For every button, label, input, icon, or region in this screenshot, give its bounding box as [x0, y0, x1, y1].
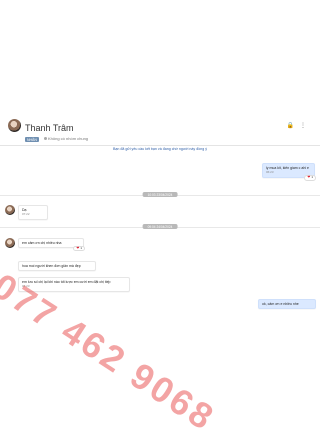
lock-icon[interactable]: 🔒 — [287, 122, 294, 129]
reaction-count: 1 — [311, 175, 313, 180]
contact-avatar[interactable] — [8, 119, 21, 132]
message-bubble-right[interactable]: ly mua kit, kiến giam c ahi e 06:23 ❤ 1 — [262, 163, 316, 182]
message-time: 07:22 — [22, 212, 30, 217]
contact-tag: NHÃN — [25, 137, 39, 143]
message-bubble-left[interactable]: em cảm ơn chị nhiều nha ❤ 1 — [18, 238, 85, 252]
reaction-chip[interactable]: ❤ 1 — [304, 175, 316, 182]
contact-name: Thanh Trâm — [25, 123, 74, 133]
chat-window: Thanh Trâm NHÃN Không có nhóm chung 🔒 ⋮ … — [0, 55, 320, 439]
message-text: em cảm ơn chị nhiều nha — [22, 241, 62, 245]
friend-request-notice: Bạn đã gửi yêu cầu kết bạn và đang chờ n… — [112, 147, 208, 151]
header-divider — [0, 145, 320, 146]
menu-icon[interactable]: ⋮ — [300, 122, 306, 129]
message-bubble-right[interactable]: ok, cảm ơn e nhiều nhe — [258, 299, 316, 310]
reaction-chip[interactable]: ❤ 1 — [73, 245, 85, 252]
contact-status: Không có nhóm chung — [44, 136, 88, 141]
heart-icon: ❤ — [307, 175, 311, 180]
message-text: hoa moi người khen đơn giản mà đẹp — [22, 264, 81, 268]
status-dot-icon — [44, 137, 47, 140]
reaction-count: 1 — [80, 245, 82, 250]
header-icons: 🔒 ⋮ — [287, 122, 306, 129]
date-divider-2-label: 09:04 24/04/2024 — [142, 224, 178, 230]
message-bubble-left[interactable]: hoa moi người khen đơn giản mà đẹp — [18, 261, 96, 272]
heart-icon: ❤ — [76, 245, 80, 250]
date-divider-1-label: 10:03 23/04/2024 — [142, 192, 178, 198]
message-bubble-left[interactable]: em lưu số chị lại khi nào tốt lược em cư… — [18, 277, 130, 293]
message-text: em lưu số chị lại khi nào tốt lược em cư… — [22, 280, 111, 284]
reaction-badge[interactable]: ❤ 1 — [73, 245, 85, 252]
sender-avatar — [5, 205, 15, 215]
message-bubble-left[interactable]: Dạ 07:22 — [18, 205, 48, 221]
sender-avatar — [5, 238, 15, 248]
reaction-badge[interactable]: ❤ 1 — [304, 175, 316, 182]
message-text: ok, cảm ơn e nhiều nhe — [262, 302, 299, 306]
message-time: 06:23 — [22, 284, 30, 289]
status-text: Không có nhóm chung — [48, 136, 89, 141]
